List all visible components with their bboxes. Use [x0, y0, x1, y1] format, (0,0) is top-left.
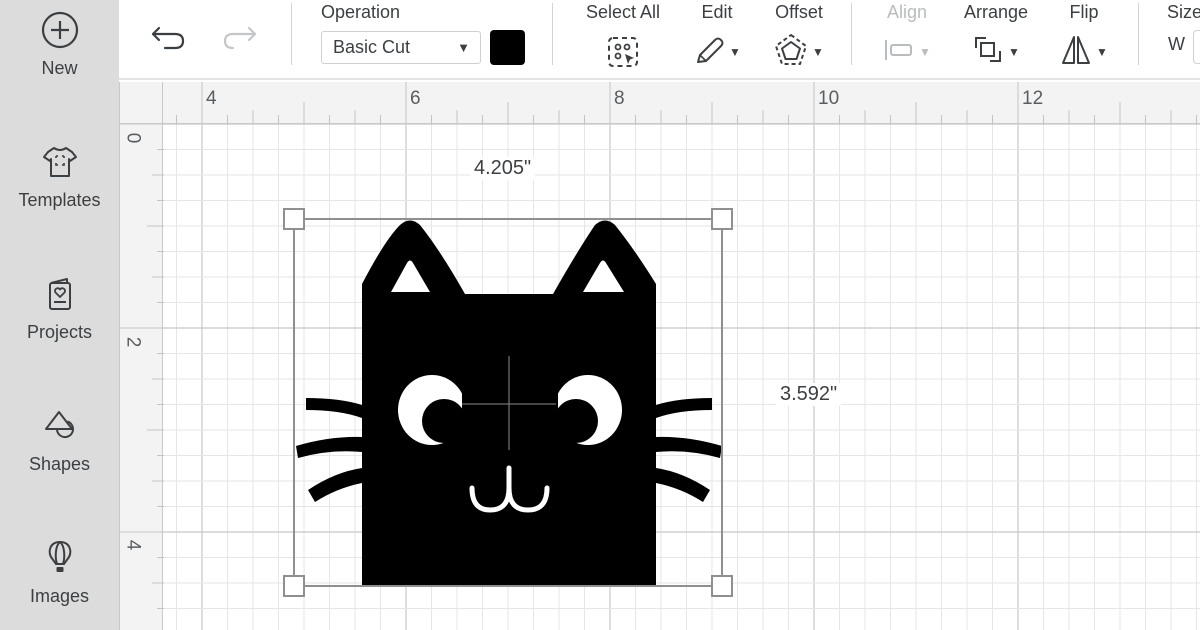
right-pupil	[554, 399, 598, 443]
operation-label: Operation	[321, 2, 401, 22]
selection-width-label: 4.205"	[470, 157, 536, 180]
whisker	[656, 398, 712, 418]
flip-button[interactable]: Flip ▼	[1057, 0, 1111, 70]
plus-circle-icon	[38, 8, 82, 52]
chevron-down-icon: ▼	[1096, 45, 1108, 59]
shapes-icon	[38, 404, 82, 448]
align-label: Align	[886, 2, 928, 22]
whisker	[306, 398, 362, 418]
sidebar-item-images[interactable]: Images	[0, 536, 119, 630]
hot-air-balloon-icon	[38, 536, 82, 580]
offset-label: Offset	[775, 2, 823, 22]
toolbar: Operation Basic Cut ▼ Select All Edit ▼ …	[119, 0, 1200, 80]
whisker	[308, 468, 362, 502]
sidebar-item-label: New	[41, 58, 78, 78]
sidebar-item-label: Templates	[18, 190, 101, 210]
design-canvas[interactable]: 4 6 8 10 12 0 2 4 4.205" 3.592"	[119, 82, 1200, 630]
resize-handle-bottom-right	[711, 575, 733, 597]
tshirt-icon	[38, 140, 82, 184]
whisker	[296, 436, 362, 458]
select-all-icon	[605, 34, 641, 70]
redo-button[interactable]	[217, 20, 261, 60]
flip-icon	[1060, 34, 1092, 71]
whisker	[656, 468, 710, 502]
chevron-down-icon: ▼	[812, 45, 824, 59]
toolbar-divider	[851, 3, 852, 65]
chevron-down-icon: ▼	[457, 40, 470, 55]
sidebar-item-shapes[interactable]: Shapes	[0, 404, 119, 514]
chevron-down-icon: ▼	[1008, 45, 1020, 59]
resize-handle-bottom-left	[283, 575, 305, 597]
undo-icon	[149, 22, 189, 59]
ruler-corner	[119, 82, 163, 124]
operation-value: Basic Cut	[333, 37, 411, 57]
undo-button[interactable]	[147, 20, 191, 60]
toolbar-divider	[291, 3, 292, 65]
arrange-label: Arrange	[963, 2, 1029, 22]
sidebar-item-label: Projects	[26, 322, 93, 342]
sidebar: New Templates Projects Shapes Images	[0, 0, 119, 630]
pencil-icon	[693, 34, 725, 71]
offset-pentagon-icon	[774, 33, 808, 72]
select-all-label: Select All	[585, 2, 661, 22]
align-icon	[883, 38, 915, 67]
chevron-down-icon: ▼	[729, 45, 741, 59]
cat-design[interactable]	[119, 82, 1200, 630]
edit-button[interactable]: Edit ▼	[689, 0, 745, 70]
offset-button[interactable]: Offset ▼	[767, 0, 831, 70]
resize-handle-top-right	[711, 208, 733, 230]
operation-select[interactable]: Basic Cut ▼	[321, 31, 481, 64]
redo-icon	[219, 22, 259, 59]
left-pupil	[422, 399, 466, 443]
size-label: Size	[1167, 2, 1200, 22]
color-swatch[interactable]	[490, 30, 525, 65]
sidebar-item-new[interactable]: New	[0, 8, 119, 118]
sidebar-item-templates[interactable]: Templates	[0, 140, 119, 250]
edit-label: Edit	[701, 2, 733, 22]
toolbar-divider	[552, 3, 553, 65]
width-label: W	[1168, 34, 1185, 54]
width-input[interactable]	[1193, 30, 1200, 64]
selection-height-label: 3.592"	[776, 383, 842, 406]
arrange-button[interactable]: Arrange ▼	[957, 0, 1035, 70]
arrange-icon	[972, 34, 1004, 71]
whisker	[656, 436, 722, 458]
operation-group: Operation	[321, 0, 400, 24]
sidebar-item-label: Images	[29, 586, 90, 606]
chevron-down-icon: ▼	[919, 45, 931, 59]
sidebar-item-projects[interactable]: Projects	[0, 272, 119, 382]
size-group: Size	[1167, 0, 1200, 24]
flip-label: Flip	[1069, 2, 1099, 22]
toolbar-divider	[1138, 3, 1139, 65]
resize-handle-top-left	[283, 208, 305, 230]
sidebar-item-label: Shapes	[28, 454, 91, 474]
select-all-button[interactable]: Select All	[581, 0, 665, 70]
align-button[interactable]: Align ▼	[879, 0, 935, 70]
card-heart-icon	[38, 272, 82, 316]
